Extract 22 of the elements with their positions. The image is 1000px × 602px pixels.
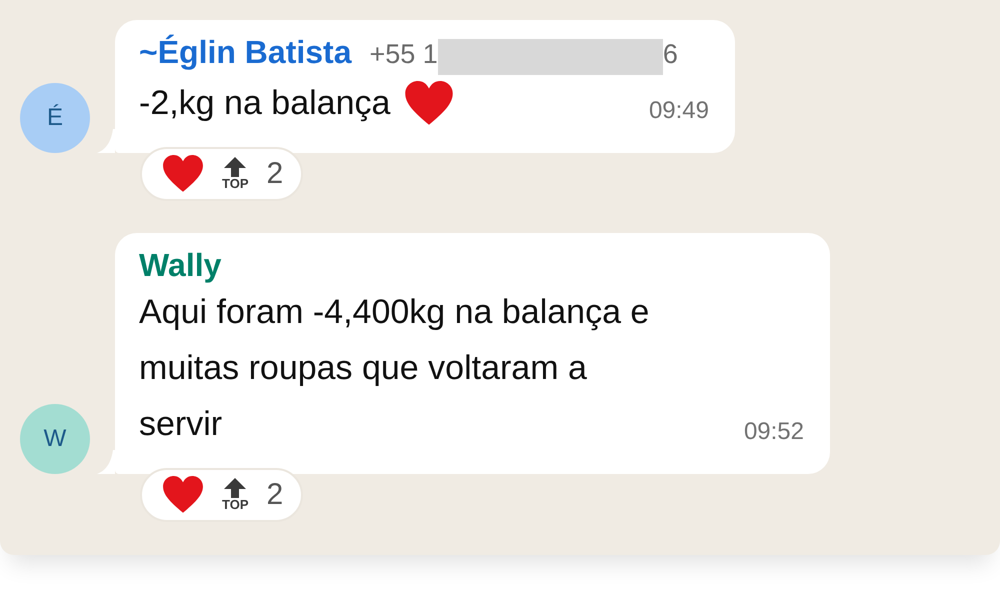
up-arrow-icon — [224, 478, 246, 498]
sender-name[interactable]: ~Églin Batista — [139, 34, 352, 71]
top-label: TOP — [222, 176, 248, 191]
heart-icon — [404, 80, 454, 126]
heart-icon — [162, 476, 204, 514]
reaction-bar[interactable]: TOP 2 — [140, 147, 304, 201]
avatar[interactable]: É — [20, 83, 90, 153]
top-label: TOP — [222, 498, 248, 512]
sender-name[interactable]: Wally — [139, 246, 222, 284]
reaction-count: 2 — [266, 478, 284, 512]
up-arrow-icon — [224, 156, 246, 177]
message-text: Aqui foram -4,400kg na balança e — [139, 292, 650, 333]
heart-icon — [162, 155, 204, 193]
message-time: 09:52 — [744, 418, 804, 447]
message-text: servir — [139, 404, 222, 445]
reaction-count: 2 — [266, 156, 284, 191]
phone-number: +55 1 6 — [370, 39, 678, 75]
reaction-bar[interactable]: TOP 2 — [140, 468, 304, 522]
message-text: -2,kg na balança — [139, 83, 390, 124]
avatar[interactable]: W — [20, 404, 90, 474]
message-text: muitas roupas que voltaram a — [139, 348, 587, 389]
message-time: 09:49 — [648, 97, 709, 126]
